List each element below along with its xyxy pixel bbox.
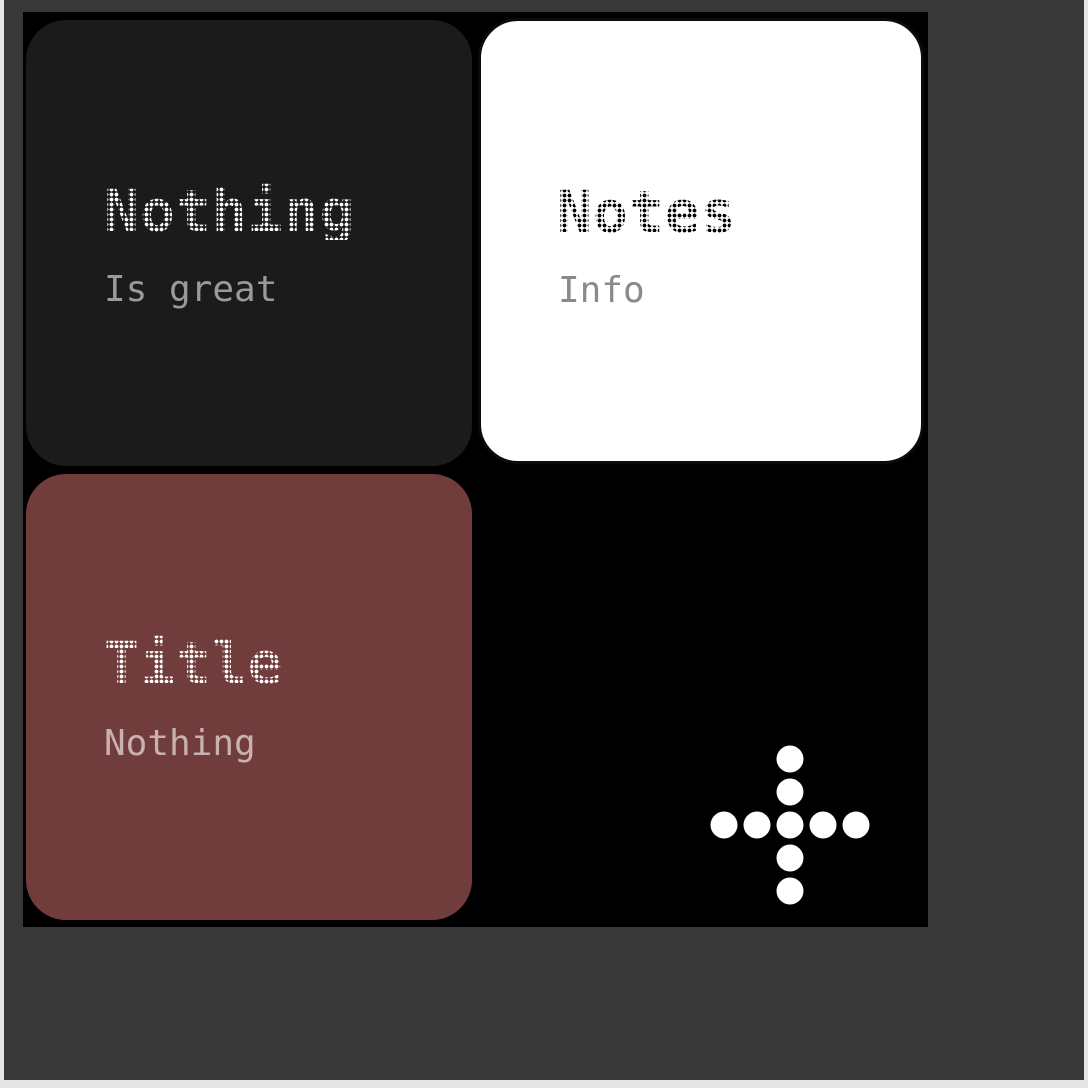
note-card-title: Title <box>104 629 284 697</box>
plus-dot <box>776 844 804 872</box>
plus-dot <box>776 778 804 806</box>
plus-dotted-icon <box>710 745 870 905</box>
plus-dot <box>776 811 804 839</box>
note-card-title-card[interactable]: Title Nothing <box>26 474 472 920</box>
note-card-notes[interactable]: Notes Info <box>478 18 924 464</box>
app-frame: Nothing Is great Notes Info Title Nothin… <box>4 0 1084 1080</box>
add-note-button[interactable] <box>709 744 871 906</box>
plus-dot <box>743 811 771 839</box>
note-card-subtitle: Info <box>558 270 645 311</box>
note-card-title: Nothing <box>104 177 356 245</box>
note-card-title: Notes <box>557 178 737 246</box>
plus-dot <box>710 811 738 839</box>
note-card-subtitle: Nothing <box>104 723 256 764</box>
note-card-subtitle: Is great <box>104 269 278 310</box>
plus-dot <box>809 811 837 839</box>
plus-dot <box>776 745 804 773</box>
note-card-nothing[interactable]: Nothing Is great <box>26 20 472 466</box>
plus-dot <box>842 811 870 839</box>
plus-dot <box>776 877 804 905</box>
